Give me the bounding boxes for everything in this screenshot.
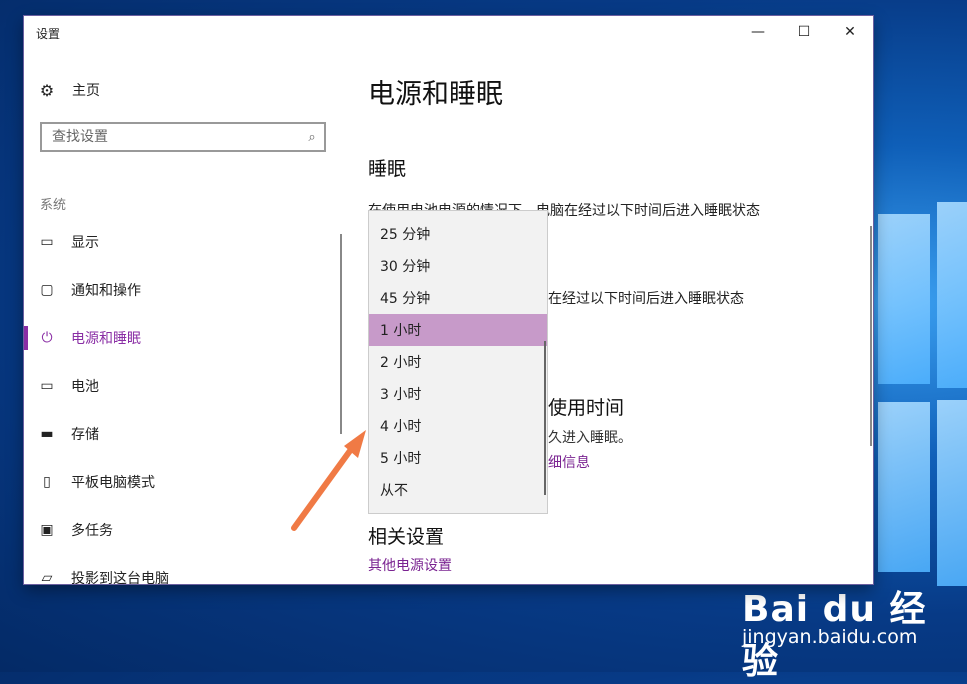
annotation-arrow — [291, 430, 366, 531]
